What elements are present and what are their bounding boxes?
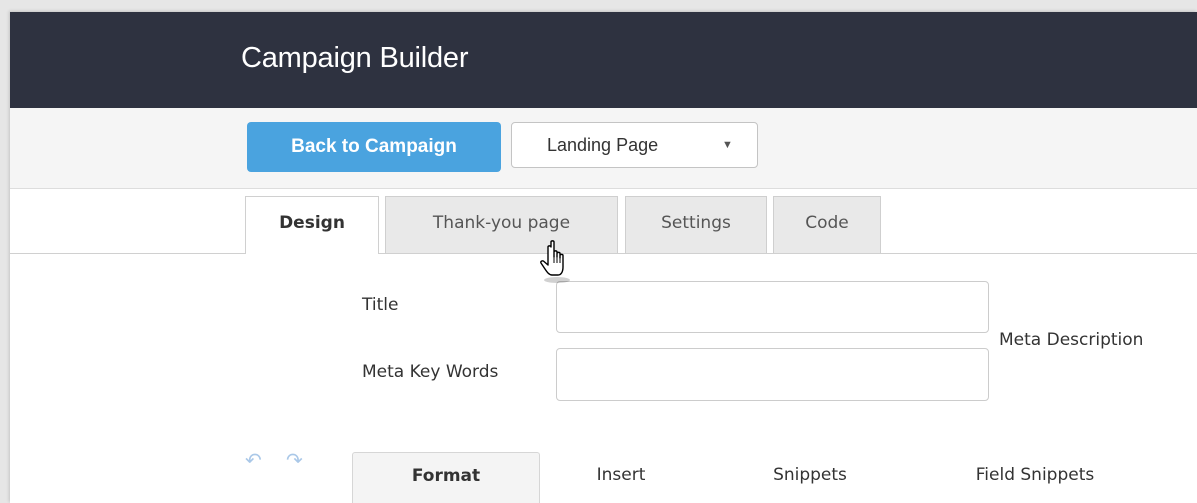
title-input[interactable]: [556, 281, 989, 333]
app-window: Campaign Builder Back to Campaign Landin…: [10, 12, 1197, 503]
editor-tab-field-snippets[interactable]: Field Snippets: [940, 452, 1130, 503]
app-header: Campaign Builder: [10, 12, 1197, 108]
title-label: Title: [362, 295, 399, 315]
page-type-dropdown[interactable]: Landing Page ▼: [511, 122, 758, 168]
hand-pointer-icon: [540, 240, 570, 283]
tab-code[interactable]: Code: [773, 196, 881, 253]
undo-icon[interactable]: ↶: [245, 448, 262, 472]
editor-tab-format[interactable]: Format: [352, 452, 540, 503]
page-type-value: Landing Page: [547, 135, 659, 155]
toolbar: Back to Campaign Landing Page ▼: [10, 108, 1197, 189]
editor-tab-snippets[interactable]: Snippets: [745, 452, 875, 503]
tabs-divider: [10, 253, 1197, 254]
page-title: Campaign Builder: [241, 42, 469, 74]
tab-settings[interactable]: Settings: [625, 196, 767, 253]
redo-icon[interactable]: ↷: [286, 448, 303, 472]
meta-description-label: Meta Description: [999, 330, 1144, 350]
editor-tab-insert[interactable]: Insert: [566, 452, 676, 503]
chevron-down-icon: ▼: [722, 139, 733, 151]
back-to-campaign-button[interactable]: Back to Campaign: [247, 122, 501, 172]
tab-thank-you-page[interactable]: Thank-you page: [385, 196, 618, 253]
tab-design[interactable]: Design: [245, 196, 379, 254]
meta-keywords-label: Meta Key Words: [362, 362, 499, 382]
meta-keywords-input[interactable]: [556, 348, 989, 401]
